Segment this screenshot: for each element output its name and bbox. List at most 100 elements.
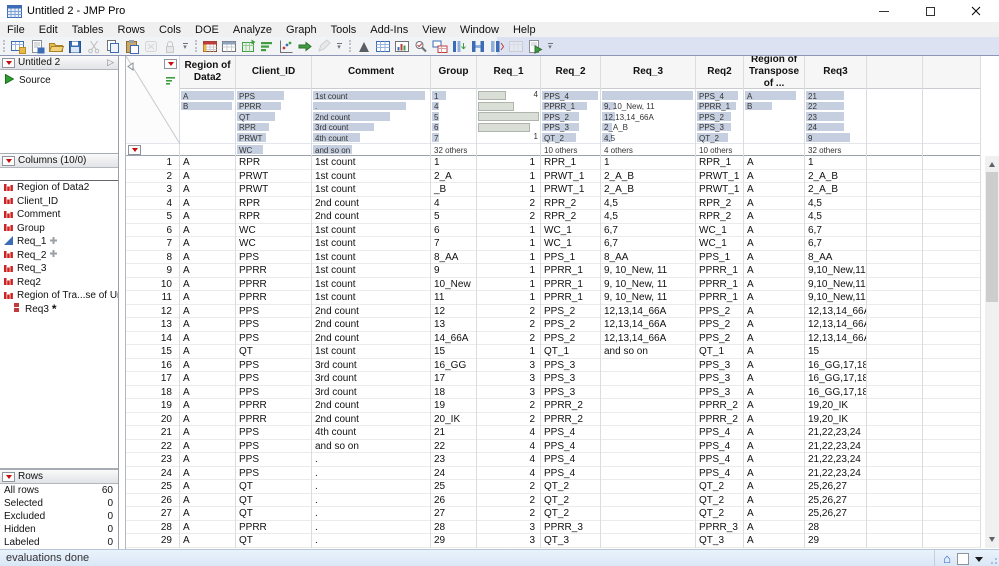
columns-panel-header[interactable]: Columns (10/0) <box>0 154 118 168</box>
cell[interactable]: 1 <box>477 156 540 170</box>
maximize-button[interactable] <box>907 0 953 22</box>
cell[interactable]: 3 <box>477 521 540 534</box>
chart-window-icon[interactable] <box>392 38 411 55</box>
cell[interactable]: A <box>180 197 235 210</box>
cell[interactable]: 1 <box>477 251 540 264</box>
cell[interactable]: A <box>744 534 804 548</box>
cell[interactable]: 6,7 <box>805 237 866 251</box>
cell[interactable]: 1 <box>477 237 540 251</box>
red-triangle-menu-icon[interactable] <box>2 155 15 166</box>
columns-stack-icon[interactable] <box>449 38 468 55</box>
cell[interactable] <box>923 197 980 210</box>
cell[interactable]: 1st count <box>312 183 430 197</box>
cell[interactable] <box>867 224 922 237</box>
cell[interactable]: PPRR_2 <box>541 413 600 426</box>
cell[interactable] <box>923 453 980 467</box>
cell[interactable]: A <box>744 440 804 453</box>
menu-graph[interactable]: Graph <box>279 22 324 37</box>
cell[interactable]: 4,5 <box>601 197 695 210</box>
cell[interactable]: PRWT_1 <box>696 183 743 197</box>
cell[interactable]: PPS_4 <box>696 440 743 453</box>
cell[interactable]: 20_IK <box>431 413 476 426</box>
cell[interactable] <box>867 156 922 170</box>
cell[interactable] <box>923 318 980 332</box>
cell[interactable] <box>923 291 980 305</box>
cell[interactable] <box>923 345 980 359</box>
cell[interactable] <box>867 480 922 494</box>
cell[interactable]: A <box>744 332 804 345</box>
cell[interactable]: 2_A_B <box>805 170 866 183</box>
header-graph-label[interactable]: 24 <box>808 123 817 132</box>
cell[interactable]: 3 <box>477 372 540 386</box>
cell[interactable] <box>923 251 980 264</box>
column-header-region_transpose[interactable]: Region of Transpose of ... <box>744 56 804 89</box>
header-graph-label[interactable]: 4th count <box>315 134 348 143</box>
row-number[interactable]: 12 <box>126 305 179 318</box>
cell[interactable]: 25,26,27 <box>805 507 866 521</box>
toolbar-overflow-icon[interactable]: ▾ <box>334 42 344 51</box>
cell[interactable]: A <box>744 278 804 291</box>
cell[interactable]: 18 <box>431 386 476 399</box>
cell[interactable]: 1 <box>477 278 540 291</box>
cell[interactable]: PPS_4 <box>541 453 600 467</box>
header-graph-label[interactable]: PPS_3 <box>699 123 724 132</box>
cell[interactable]: 16_GG,17,18 <box>805 386 866 399</box>
cell[interactable]: A <box>180 183 235 197</box>
cell[interactable]: 2nd count <box>312 197 430 210</box>
cell[interactable]: 4,5 <box>601 210 695 224</box>
cell[interactable]: 21,22,23,24 <box>805 453 866 467</box>
cell[interactable] <box>923 440 980 453</box>
close-button[interactable] <box>953 0 999 22</box>
cell[interactable]: QT_2 <box>541 494 600 507</box>
cell[interactable]: PPRR_2 <box>696 413 743 426</box>
cell[interactable]: A <box>744 183 804 197</box>
cell[interactable] <box>867 453 922 467</box>
cell[interactable]: A <box>180 359 235 372</box>
column-header-req_2[interactable]: Req_2 <box>541 56 600 89</box>
cell[interactable]: A <box>180 467 235 480</box>
menu-help[interactable]: Help <box>506 22 543 37</box>
column-item-client-id[interactable]: Client_ID <box>0 195 118 209</box>
cell[interactable]: A <box>180 156 235 170</box>
cell[interactable]: and so on <box>601 345 695 359</box>
source-item[interactable]: Source <box>0 70 118 87</box>
cell[interactable]: 2nd count <box>312 399 430 413</box>
cell[interactable]: PPRR_2 <box>541 399 600 413</box>
cell[interactable]: 4 <box>477 453 540 467</box>
cell[interactable] <box>923 278 980 291</box>
cell[interactable] <box>923 237 980 251</box>
collapse-panel-icon[interactable] <box>127 58 134 76</box>
cell[interactable]: PPS <box>236 453 311 467</box>
cell[interactable]: PPS_3 <box>696 386 743 399</box>
row-number[interactable]: 3 <box>126 183 179 197</box>
cell[interactable]: QT_1 <box>696 345 743 359</box>
resize-grip[interactable] <box>995 562 997 564</box>
row-number[interactable]: 1 <box>126 156 179 170</box>
header-histogram-bar[interactable] <box>478 122 531 132</box>
cell[interactable]: 29 <box>805 534 866 548</box>
cell[interactable]: 12,13,14_66A <box>805 305 866 318</box>
cell[interactable]: 6,7 <box>601 224 695 237</box>
tables-join-icon[interactable] <box>430 38 449 55</box>
cell[interactable]: 16_GG,17,18 <box>805 359 866 372</box>
row-number[interactable]: 22 <box>126 440 179 453</box>
cell[interactable] <box>867 359 922 372</box>
cell[interactable]: 12 <box>431 305 476 318</box>
cell[interactable] <box>601 359 695 372</box>
cell[interactable]: 16_GG,17,18 <box>805 372 866 386</box>
header-graph-label[interactable]: PPS_4 <box>699 92 724 101</box>
cell[interactable] <box>601 521 695 534</box>
header-graph-label[interactable]: PPRR_1 <box>699 102 730 111</box>
cell[interactable]: 9 <box>431 264 476 278</box>
cell[interactable]: QT_2 <box>541 480 600 494</box>
cell[interactable]: RPR_1 <box>696 156 743 170</box>
cell[interactable]: RPR_1 <box>541 156 600 170</box>
cell[interactable] <box>867 386 922 399</box>
cell[interactable] <box>923 210 980 224</box>
header-graph-label[interactable]: 6 <box>434 123 438 132</box>
row-number[interactable]: 16 <box>126 359 179 372</box>
cell[interactable]: PPRR_1 <box>696 291 743 305</box>
cell[interactable]: and so on <box>312 440 430 453</box>
cell[interactable] <box>923 467 980 480</box>
cell[interactable]: PPS_2 <box>541 332 600 345</box>
